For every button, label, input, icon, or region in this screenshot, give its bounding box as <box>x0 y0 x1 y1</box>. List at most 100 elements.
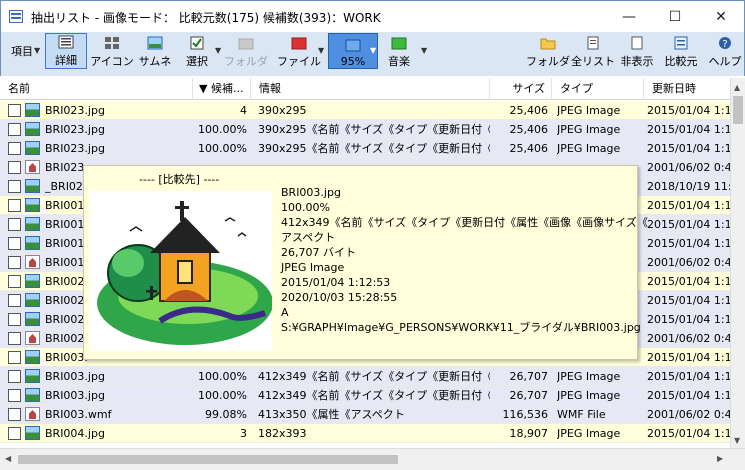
vertical-scroll-thumb[interactable] <box>733 96 743 124</box>
horizontal-scrollbar[interactable]: ◀ ▶ <box>0 448 745 470</box>
row-checkbox[interactable] <box>8 351 21 364</box>
green-music-icon <box>391 36 407 50</box>
image-file-icon <box>25 103 40 117</box>
row-checkbox[interactable] <box>8 408 21 421</box>
row-checkbox[interactable] <box>8 237 21 250</box>
help-icon: ? <box>717 36 733 50</box>
select-button[interactable]: 選択 <box>179 33 215 69</box>
table-row[interactable]: BRI023.jpg 100.00% 390x295《名前《サイズ《タイプ《更新日付… <box>0 120 730 139</box>
row-checkbox[interactable] <box>8 218 21 231</box>
horizontal-scroll-thumb[interactable] <box>18 455 398 464</box>
row-name: BRI003.wmf <box>45 408 112 421</box>
music-button[interactable]: 音楽 <box>381 33 417 69</box>
table-row[interactable]: BRI023.jpg 100.00% 390x295《名前《サイズ《タイプ《更新日付… <box>0 139 730 158</box>
help-button[interactable]: ? ヘルプ <box>705 33 745 69</box>
row-checkbox[interactable] <box>8 427 21 440</box>
column-type[interactable]: タイプ <box>552 78 644 100</box>
icon-view-button[interactable]: アイコン <box>90 33 134 69</box>
image-file-icon <box>25 293 40 307</box>
column-updated[interactable]: 更新日時 <box>644 78 730 100</box>
table-row[interactable]: BRI023.jpg 4 390x295 25,406 JPEG Image 2015/0… <box>0 101 730 120</box>
row-updated: 2015/01/04 1:12 <box>647 313 730 326</box>
row-type: JPEG Image <box>557 142 621 155</box>
table-row[interactable]: BRI004.jpg 3 182x393 18,907 JPEG Image 2015/0… <box>0 424 730 443</box>
zoom-icon <box>345 38 361 52</box>
scroll-left-arrow-icon[interactable]: ◀ <box>5 454 11 463</box>
row-checkbox[interactable] <box>8 161 21 174</box>
compare-label: 比較元 <box>664 55 698 68</box>
popup-info-line: 2020/10/03 15:28:55 <box>281 291 398 304</box>
row-size: 26,707 <box>509 389 549 402</box>
scroll-up-arrow-icon[interactable]: ▲ <box>734 83 740 92</box>
row-checkbox[interactable] <box>8 123 21 136</box>
row-checkbox[interactable] <box>8 294 21 307</box>
alllist-label: 全リスト <box>571 55 615 68</box>
row-type: JPEG Image <box>557 370 621 383</box>
wmf-file-icon <box>25 331 40 345</box>
table-row[interactable]: BRI003.jpg 100.00% 412x349《名前《サイズ《タイプ《更新日付… <box>0 386 730 405</box>
row-checkbox[interactable] <box>8 389 21 402</box>
row-candidates: 100.00% <box>198 123 247 136</box>
row-updated: 2015/01/04 1:12 <box>647 351 730 364</box>
row-checkbox[interactable] <box>8 370 21 383</box>
folder-button[interactable]: フォルダ <box>224 33 268 69</box>
image-file-icon <box>25 179 40 193</box>
row-checkbox[interactable] <box>8 313 21 326</box>
items-dropdown-arrow-icon[interactable]: ▼ <box>34 46 40 55</box>
row-size: 25,406 <box>509 142 549 155</box>
row-size: 25,406 <box>509 123 549 136</box>
vertical-scrollbar[interactable]: ▲ ▼ <box>730 78 745 448</box>
close-button[interactable]: ✕ <box>698 1 744 33</box>
row-type: JPEG Image <box>557 389 621 402</box>
column-info[interactable]: 情報 <box>251 78 490 100</box>
hide-button[interactable]: 非表示 <box>616 33 658 69</box>
table-row[interactable]: BRI003.jpg 100.00% 412x349《名前《サイズ《タイプ《更新日付… <box>0 367 730 386</box>
wmf-file-icon <box>25 407 40 421</box>
thumb-label: サムネ <box>138 55 172 68</box>
file-button[interactable]: ファイル <box>276 33 322 69</box>
row-updated: 2015/01/04 1:12 <box>647 199 730 212</box>
column-name[interactable]: 名前 <box>0 78 193 100</box>
table-row[interactable]: BRI003.wmf 99.08% 413x350《属性《アスペクト 116,536 W… <box>0 405 730 424</box>
row-type: WMF File <box>557 408 606 421</box>
image-file-icon <box>25 312 40 326</box>
row-info: 412x349《名前《サイズ《タイプ《更新日付《属性 <box>258 389 490 402</box>
detail-view-button[interactable]: 詳細 <box>45 33 87 69</box>
row-checkbox[interactable] <box>8 142 21 155</box>
compare-source-button[interactable]: 比較元 <box>660 33 702 69</box>
column-size[interactable]: サイズ <box>490 78 552 100</box>
file-dropdown-arrow-icon[interactable]: ▼ <box>318 46 324 55</box>
row-checkbox[interactable] <box>8 332 21 345</box>
select-dropdown-arrow-icon[interactable]: ▼ <box>215 46 221 55</box>
row-checkbox[interactable] <box>8 256 21 269</box>
row-candidates: 100.00% <box>198 370 247 383</box>
row-checkbox[interactable] <box>8 199 21 212</box>
red-file-icon <box>291 36 307 50</box>
row-candidates: 100.00% <box>198 389 247 402</box>
column-candidates[interactable]: ▼ 候補... <box>193 78 251 100</box>
folder2-label: フォルダ <box>526 55 570 68</box>
folder2-button[interactable]: フォルダ <box>526 33 570 69</box>
scroll-down-arrow-icon[interactable]: ▼ <box>734 436 740 445</box>
row-checkbox[interactable] <box>8 275 21 288</box>
row-checkbox[interactable] <box>8 104 21 117</box>
row-checkbox[interactable] <box>8 180 21 193</box>
svg-text:?: ? <box>722 39 727 50</box>
music-dropdown-arrow-icon[interactable]: ▼ <box>421 46 427 55</box>
zoom-dropdown-arrow-icon[interactable]: ▼ <box>370 46 376 55</box>
popup-info-line: 412x349《名前《サイズ《タイプ《更新日付《属性《画像《画像サイズ《 <box>281 216 648 229</box>
row-updated: 2001/06/02 0:46 <box>647 256 730 269</box>
thumbnail-view-button[interactable]: サムネ <box>135 33 175 69</box>
help-label: ヘルプ <box>708 55 742 68</box>
file-label: ファイル <box>277 55 321 68</box>
image-file-icon <box>25 217 40 231</box>
row-type: JPEG Image <box>557 427 621 440</box>
thumbnail-icon <box>147 36 163 50</box>
row-name: BRI023.jpg <box>45 123 105 136</box>
all-list-button[interactable]: 全リスト <box>570 33 616 69</box>
row-updated: 2018/10/19 11:0 <box>647 180 730 193</box>
scroll-right-arrow-icon[interactable]: ▶ <box>717 454 723 463</box>
maximize-button[interactable]: ☐ <box>652 1 698 33</box>
church-illustration <box>90 191 273 351</box>
minimize-button[interactable]: — <box>606 1 652 33</box>
